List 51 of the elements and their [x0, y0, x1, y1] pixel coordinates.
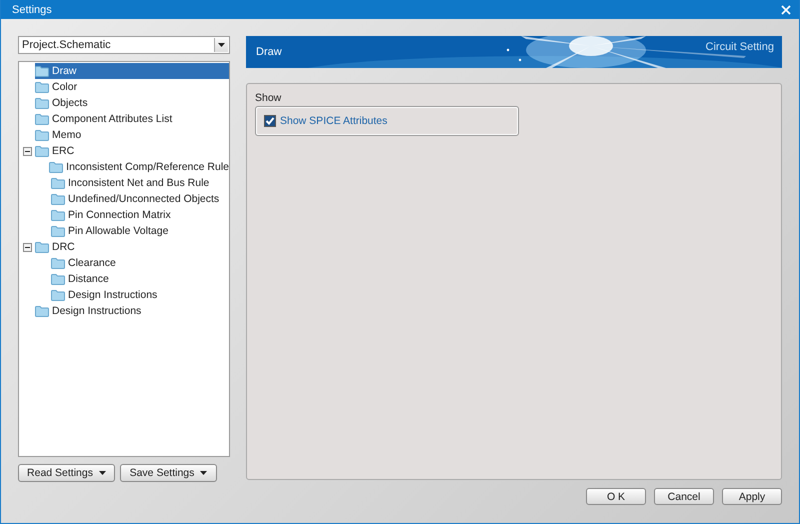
tree-item[interactable]: Memo — [35, 127, 82, 143]
window-title: Settings — [12, 4, 52, 16]
checkbox[interactable] — [264, 115, 276, 127]
folder-icon — [51, 178, 65, 188]
caret-icon — [218, 43, 225, 47]
folder-icon — [35, 242, 49, 252]
banner-subtitle: Circuit Setting — [706, 41, 774, 53]
folder-icon — [49, 162, 64, 172]
tree-item[interactable]: Component Attributes List — [35, 111, 172, 127]
collapse-icon[interactable] — [22, 146, 32, 156]
folder-icon — [51, 210, 65, 220]
folder-icon — [35, 146, 49, 156]
tree-item[interactable]: Design Instructions — [51, 287, 158, 303]
group-title: Show — [255, 92, 282, 104]
close-icon[interactable] — [781, 4, 791, 14]
tree-item[interactable]: Pin Connection Matrix — [51, 207, 171, 223]
folder-icon — [35, 306, 49, 316]
tree-item[interactable]: Draw — [35, 63, 229, 79]
checkbox-option[interactable]: Show SPICE Attributes — [264, 115, 388, 127]
folder-icon — [51, 274, 65, 284]
dialog-button[interactable]: Cancel — [654, 488, 714, 505]
tree-item[interactable]: Design Instructions — [35, 303, 142, 319]
tree-item[interactable]: Distance — [51, 271, 109, 287]
tree-item[interactable]: DRC — [35, 239, 75, 255]
tree-item[interactable]: Inconsistent Comp/Reference Rule — [49, 159, 229, 175]
tree-item[interactable]: Objects — [35, 95, 88, 111]
caret-icon — [98, 471, 106, 475]
folder-icon — [35, 98, 49, 108]
folder-icon — [35, 114, 49, 124]
menu-button[interactable]: Read Settings — [18, 464, 115, 482]
tree-item[interactable]: Clearance — [51, 255, 116, 271]
tree-item[interactable]: Pin Allowable Voltage — [51, 223, 168, 239]
dialog-button[interactable]: O K — [586, 488, 646, 505]
profile-dropdown[interactable]: Project.Schematic — [18, 36, 230, 54]
folder-icon — [51, 258, 65, 268]
banner-title: Draw — [256, 46, 282, 58]
folder-icon — [51, 290, 65, 300]
folder-icon — [51, 194, 65, 204]
folder-icon — [51, 226, 65, 236]
caret-icon — [200, 471, 208, 475]
collapse-icon[interactable] — [22, 242, 32, 252]
tree-item[interactable]: Inconsistent Net and Bus Rule — [51, 175, 210, 191]
folder-icon — [35, 82, 49, 92]
dialog-button[interactable]: Apply — [722, 488, 782, 505]
check-icon — [265, 116, 275, 126]
tree-item[interactable]: ERC — [35, 143, 74, 159]
folder-icon — [35, 66, 49, 76]
folder-icon — [35, 130, 49, 140]
menu-button[interactable]: Save Settings — [120, 464, 217, 482]
tree-item[interactable]: Color — [35, 79, 78, 95]
tree-item[interactable]: Undefined/Unconnected Objects — [51, 191, 220, 207]
